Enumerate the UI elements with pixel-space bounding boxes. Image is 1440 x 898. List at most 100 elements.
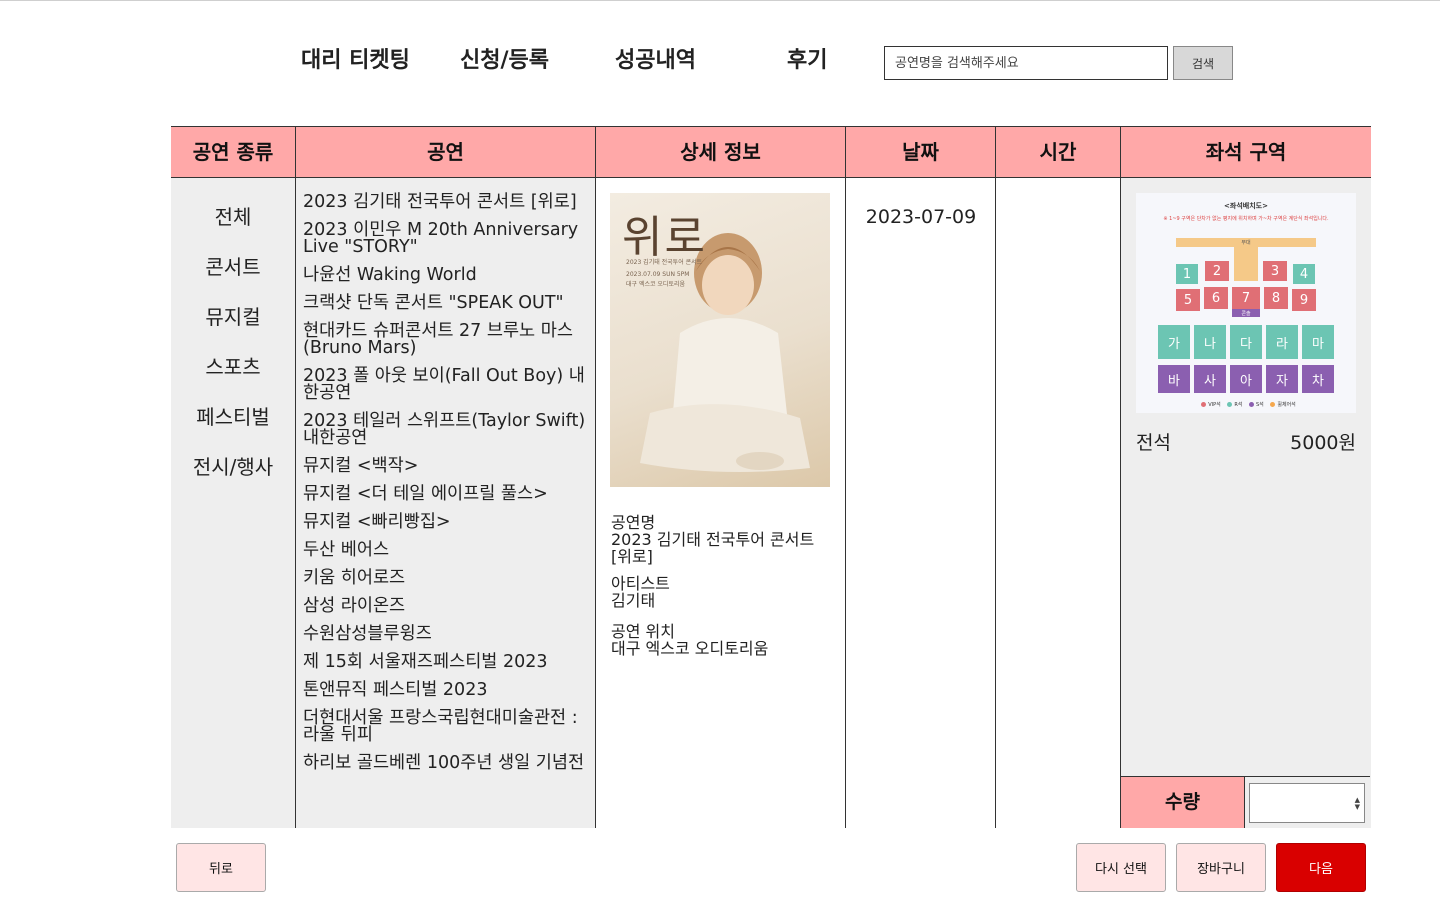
- show-date[interactable]: 2023-07-09: [846, 206, 996, 228]
- show-column: 2023 김기태 전국투어 콘서트 [위로] 2023 이민우 M 20th A…: [295, 178, 595, 828]
- seat-block-3[interactable]: 3: [1263, 261, 1287, 281]
- poster-datetime: 2023.07.09 SUN 5PM: [626, 271, 690, 278]
- show-item[interactable]: 2023 이민우 M 20th Anniversary Live "STORY": [303, 221, 587, 256]
- seat-name: 전석: [1136, 432, 1171, 454]
- seat-block-7[interactable]: 7: [1232, 287, 1260, 309]
- console-block: 콘솔: [1232, 309, 1260, 317]
- quantity-row: 수량 ▲ ▼: [1121, 776, 1370, 828]
- legend-s: S석: [1256, 402, 1264, 408]
- category-list: 전체 콘서트 뮤지컬 스포츠 페스티벌 전시/행사: [171, 178, 295, 502]
- seat-block-ma[interactable]: 마: [1302, 325, 1334, 359]
- nav-success-history[interactable]: 성공내역: [615, 46, 696, 76]
- header-category: 공연 종류: [192, 140, 274, 164]
- detail-value-name: 2023 김기태 전국투어 콘서트 [위로]: [611, 530, 815, 566]
- spinner-arrows-icon[interactable]: ▲ ▼: [1355, 797, 1360, 811]
- show-item[interactable]: 두산 베어스: [303, 541, 587, 559]
- nav-apply-register[interactable]: 신청/등록: [460, 46, 549, 76]
- legend-dot-icon: [1227, 402, 1233, 407]
- table-header: 공연 종류 공연 상세 정보 날짜 시간 좌석 구역: [171, 126, 1371, 178]
- quantity-stepper[interactable]: ▲ ▼: [1249, 783, 1365, 823]
- category-item[interactable]: 페스티벌: [171, 402, 295, 452]
- header-detail: 상세 정보: [595, 127, 845, 177]
- show-detail-info: 공연명 2023 김기태 전국투어 콘서트 [위로] 아티스트 김기태 공연 위…: [611, 514, 835, 667]
- category-item[interactable]: 전시/행사: [171, 452, 295, 502]
- show-item[interactable]: 크랙샷 단독 콘서트 "SPEAK OUT": [303, 294, 587, 312]
- legend-dot-icon: [1201, 402, 1207, 407]
- category-item[interactable]: 스포츠: [171, 352, 295, 402]
- back-button[interactable]: 뒤로: [176, 843, 266, 892]
- header-time: 시간: [995, 127, 1120, 177]
- legend-vip: VIP석: [1208, 402, 1221, 408]
- legend-dot-icon: [1270, 402, 1276, 407]
- poster-subtitle: 2023 김기태 전국투어 콘서트: [626, 259, 703, 266]
- show-item[interactable]: 톤앤뮤직 페스티벌 2023: [303, 681, 587, 699]
- seat-option[interactable]: 전석 5000원: [1136, 428, 1356, 454]
- legend-wheelchair: 휠체어석: [1277, 402, 1296, 408]
- seat-block-5[interactable]: 5: [1176, 289, 1200, 311]
- category-column: 전체 콘서트 뮤지컬 스포츠 페스티벌 전시/행사: [171, 178, 295, 828]
- seat-block-ba[interactable]: 바: [1158, 365, 1190, 393]
- show-poster: 위로 2023 김기태 전국투어 콘서트 2023.07.09 SUN 5PM …: [610, 193, 830, 487]
- show-item[interactable]: 뮤지컬 <빠리빵집>: [303, 513, 587, 531]
- show-list: 2023 김기태 전국투어 콘서트 [위로] 2023 이민우 M 20th A…: [296, 178, 595, 772]
- category-item[interactable]: 콘서트: [171, 252, 295, 302]
- seat-block-cha[interactable]: 차: [1302, 365, 1334, 393]
- poster-venue: 대구 엑스코 오디토리움: [626, 281, 686, 288]
- seat-price: 5000원: [1290, 432, 1356, 454]
- seat-map-title: <좌석배치도>: [1224, 202, 1268, 210]
- time-column: [995, 178, 1120, 828]
- seat-block-sa[interactable]: 사: [1194, 365, 1226, 393]
- seat-block-ra[interactable]: 라: [1266, 325, 1298, 359]
- show-item[interactable]: 현대카드 슈퍼콘서트 27 브루노 마스(Bruno Mars): [303, 322, 587, 357]
- seat-block-ja[interactable]: 자: [1266, 365, 1298, 393]
- show-item[interactable]: 하리보 골드베렌 100주년 생일 기념전: [303, 754, 587, 772]
- show-item[interactable]: 삼성 라이온즈: [303, 597, 587, 615]
- quantity-label: 수량: [1121, 777, 1245, 828]
- show-item[interactable]: 나윤선 Waking World: [303, 266, 587, 284]
- search-input[interactable]: [884, 46, 1168, 80]
- search-button[interactable]: 검색: [1173, 46, 1233, 80]
- seat-block-1[interactable]: 1: [1176, 264, 1198, 284]
- cart-button[interactable]: 장바구니: [1176, 843, 1266, 892]
- detail-column: 위로 2023 김기태 전국투어 콘서트 2023.07.09 SUN 5PM …: [595, 178, 845, 828]
- detail-label-artist: 아티스트: [611, 574, 670, 593]
- show-item[interactable]: 2023 테일러 스위프트(Taylor Swift) 내한공연: [303, 412, 587, 447]
- seat-map-legend: VIP석 R석 S석 휠체어석: [1136, 401, 1356, 408]
- nav-proxy-ticketing[interactable]: 대리 티켓팅: [301, 46, 410, 76]
- table-body: 전체 콘서트 뮤지컬 스포츠 페스티벌 전시/행사 2023 김기태 전국투어 …: [171, 178, 1371, 828]
- seat-block-2[interactable]: 2: [1205, 261, 1229, 281]
- show-item[interactable]: 수원삼성블루윙즈: [303, 625, 587, 643]
- seat-block-a[interactable]: 아: [1230, 365, 1262, 393]
- seat-block-6[interactable]: 6: [1204, 287, 1228, 309]
- detail-value-artist: 김기태: [611, 591, 656, 610]
- seat-block-4[interactable]: 4: [1293, 264, 1315, 284]
- category-item[interactable]: 뮤지컬: [171, 302, 295, 352]
- show-item[interactable]: 더현대서울 프랑스국립현대미술관전 : 라울 뒤피: [303, 709, 587, 744]
- detail-value-venue: 대구 엑스코 오디토리움: [611, 639, 769, 658]
- show-item[interactable]: 2023 김기태 전국투어 콘서트 [위로]: [303, 193, 587, 211]
- header-seat-zone: 좌석 구역: [1120, 127, 1371, 177]
- detail-label-name: 공연명: [611, 513, 656, 532]
- legend-r: R석: [1234, 402, 1243, 408]
- seat-map-note: ※ 1~9 구역은 단차가 없는 평지에 위치하며 가~차 구역은 계단식 좌석…: [1163, 216, 1329, 222]
- category-item[interactable]: 전체: [171, 202, 295, 252]
- nav-reviews[interactable]: 후기: [787, 46, 827, 76]
- seat-block-ga[interactable]: 가: [1158, 325, 1190, 359]
- show-item[interactable]: 제 15회 서울재즈페스티벌 2023: [303, 653, 587, 671]
- show-item[interactable]: 뮤지컬 <백작>: [303, 457, 587, 475]
- seat-block-8[interactable]: 8: [1264, 287, 1288, 309]
- booking-table: 공연 종류 공연 상세 정보 날짜 시간 좌석 구역 전체 콘서트 뮤지컬 스포…: [171, 126, 1371, 828]
- seat-block-na[interactable]: 나: [1194, 325, 1226, 359]
- legend-dot-icon: [1249, 402, 1254, 407]
- show-item[interactable]: 키움 히어로즈: [303, 569, 587, 587]
- seat-block-da[interactable]: 다: [1230, 325, 1262, 359]
- seat-map[interactable]: <좌석배치도> ※ 1~9 구역은 단차가 없는 평지에 위치하며 가~차 구역…: [1136, 193, 1356, 413]
- reselect-button[interactable]: 다시 선택: [1076, 843, 1166, 892]
- top-divider: [0, 0, 1440, 1]
- seat-block-9[interactable]: 9: [1292, 289, 1316, 311]
- date-column: 2023-07-09: [845, 178, 995, 828]
- next-button[interactable]: 다음: [1276, 843, 1366, 892]
- show-item[interactable]: 뮤지컬 <더 테일 에이프릴 풀스>: [303, 485, 587, 503]
- show-item[interactable]: 2023 폴 아웃 보이(Fall Out Boy) 내한공연: [303, 367, 587, 402]
- detail-label-venue: 공연 위치: [611, 622, 675, 641]
